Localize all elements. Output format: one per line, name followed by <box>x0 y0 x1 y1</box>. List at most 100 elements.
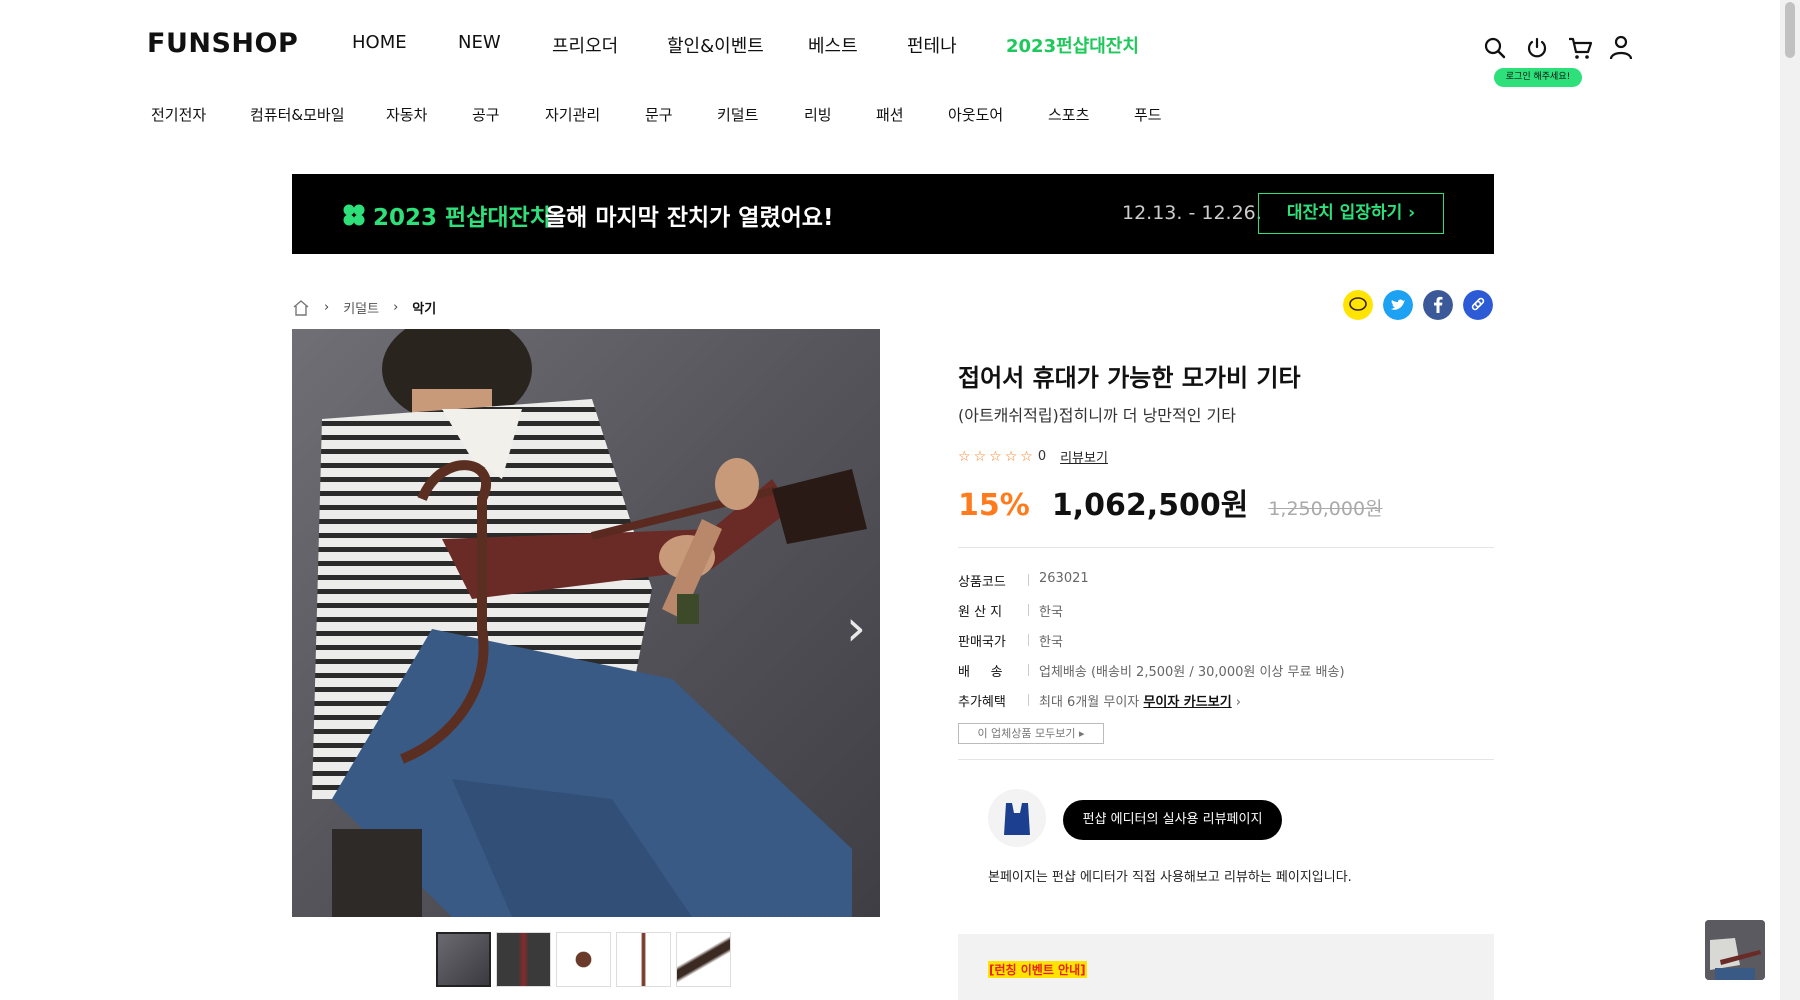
category-item[interactable]: 키덜트 <box>717 104 758 125</box>
caret-right-icon: ▸ <box>1079 727 1085 740</box>
spec-value: 한국 <box>1039 635 1063 650</box>
nav-best[interactable]: 베스트 <box>808 32 858 58</box>
divider <box>1028 694 1029 706</box>
nav-funtenna[interactable]: 펀테나 <box>907 32 957 58</box>
guitar-player-image <box>312 329 867 917</box>
spec-value: 최대 6개월 무이자 무이자 카드보기 › <box>1039 691 1241 710</box>
breadcrumb: › 키덜트 › 악기 <box>292 298 436 317</box>
category-item[interactable]: 전기전자 <box>151 104 206 125</box>
vendor-products-button[interactable]: 이 업체상품 모두보기 ▸ <box>958 723 1104 744</box>
card-info-link[interactable]: 무이자 카드보기 <box>1143 695 1231 710</box>
rating-count: 0 <box>1037 449 1047 464</box>
breadcrumb-item[interactable]: 키덜트 <box>343 298 379 317</box>
banner-date: 12.13. - 12.26. <box>1122 202 1262 224</box>
logo[interactable]: FUNSHOP <box>147 28 298 59</box>
star-icon: ☆ <box>958 448 971 465</box>
spec-row: 상품코드 263021 <box>958 571 1089 590</box>
kakao-share-icon[interactable] <box>1343 290 1373 320</box>
product-main-image[interactable]: › <box>292 329 880 917</box>
category-item[interactable]: 컴퓨터&모바일 <box>250 104 345 125</box>
editor-description: 본페이지는 펀샵 에디터가 직접 사용해보고 리뷰하는 페이지입니다. <box>988 870 1352 885</box>
festival-banner[interactable]: 2023 펀샵대잔치 올해 마지막 잔치가 열렸어요! 12.13. - 12.… <box>292 174 1494 254</box>
category-item[interactable]: 문구 <box>645 104 673 125</box>
nav-home[interactable]: HOME <box>352 32 407 53</box>
editor-mascot-icon <box>1004 803 1030 835</box>
divider <box>1028 574 1029 586</box>
user-icon[interactable] <box>1609 34 1633 60</box>
spec-row: 배 송 업체배송 (배송비 2,500원 / 30,000원 이상 무료 배송) <box>958 661 1345 680</box>
spec-key: 추가혜택 <box>958 695 1006 710</box>
search-icon[interactable] <box>1483 36 1507 60</box>
spec-value: 263021 <box>1039 571 1089 586</box>
recent-product-image <box>1705 920 1765 980</box>
banner-subtitle: 올해 마지막 잔치가 열렸어요! <box>545 205 834 231</box>
spec-key: 배 송 <box>958 665 1003 680</box>
category-item[interactable]: 패션 <box>876 104 904 125</box>
divider <box>958 547 1494 548</box>
nav-sale-event[interactable]: 할인&이벤트 <box>667 32 764 58</box>
facebook-share-icon[interactable] <box>1423 290 1453 320</box>
category-item[interactable]: 리빙 <box>804 104 832 125</box>
twitter-share-icon[interactable] <box>1383 290 1413 320</box>
recent-viewed-thumbnail[interactable] <box>1705 920 1765 980</box>
event-title: [런칭 이벤트 안내] <box>988 961 1087 978</box>
review-link[interactable]: 리뷰보기 <box>1060 447 1108 466</box>
category-item[interactable]: 자기관리 <box>545 104 600 125</box>
discount-rate: 15% <box>958 488 1030 523</box>
product-title: 접어서 휴대가 가능한 모가비 기타 <box>958 364 1301 392</box>
sale-price: 1,062,500원 <box>1051 488 1249 523</box>
spec-key: 판매국가 <box>958 635 1006 650</box>
nav-festival[interactable]: 2023펀샵대잔치 <box>1006 32 1139 58</box>
chevron-right-icon: › <box>1235 695 1241 710</box>
divider <box>958 759 1494 760</box>
vendor-button-label: 이 업체상품 모두보기 <box>977 727 1076 740</box>
banner-button-label: 대잔치 입장하기 <box>1286 203 1403 223</box>
editor-avatar <box>988 789 1046 847</box>
clover-icon <box>343 204 365 226</box>
category-item[interactable]: 공구 <box>472 104 500 125</box>
category-item[interactable]: 스포츠 <box>1048 104 1089 125</box>
product-thumbnail[interactable] <box>616 932 671 987</box>
link-share-icon[interactable] <box>1463 290 1493 320</box>
product-subtitle: (아트캐쉬적립)접히니까 더 낭만적인 기타 <box>958 406 1236 425</box>
product-thumbnail[interactable] <box>676 932 731 987</box>
divider <box>1028 604 1029 616</box>
spec-key: 원 산 지 <box>958 605 1003 620</box>
benefit-text: 최대 6개월 무이자 <box>1039 695 1140 710</box>
chevron-right-icon: › <box>393 300 399 315</box>
star-icon: ☆ <box>989 448 1002 465</box>
spec-key: 상품코드 <box>958 575 1006 590</box>
spec-row: 원 산 지 한국 <box>958 601 1063 620</box>
original-price: 1,250,000원 <box>1268 498 1383 520</box>
page-scrollbar[interactable] <box>1780 0 1800 1000</box>
nav-new[interactable]: NEW <box>458 32 501 53</box>
scrollbar-thumb[interactable] <box>1785 2 1795 58</box>
chevron-right-icon: › <box>1408 203 1416 223</box>
thumbnail-strip <box>436 932 731 987</box>
banner-title: 2023 펀샵대잔치 <box>373 205 551 231</box>
product-thumbnail[interactable] <box>556 932 611 987</box>
divider <box>1028 634 1029 646</box>
product-thumbnail[interactable] <box>436 932 491 987</box>
power-icon[interactable] <box>1525 36 1549 60</box>
category-item[interactable]: 아웃도어 <box>948 104 1003 125</box>
editor-review-button[interactable]: 펀샵 에디터의 실사용 리뷰페이지 <box>1063 800 1282 840</box>
star-icon: ☆ <box>1020 448 1033 465</box>
rating: ☆ ☆ ☆ ☆ ☆ 0 리뷰보기 <box>958 447 1108 467</box>
price-row: 15% 1,062,500원 1,250,000원 <box>958 480 1383 524</box>
home-icon[interactable] <box>292 299 310 316</box>
chevron-right-icon: › <box>324 300 330 315</box>
spec-value: 업체배송 (배송비 2,500원 / 30,000원 이상 무료 배송) <box>1039 665 1345 680</box>
product-thumbnail[interactable] <box>496 932 551 987</box>
chevron-right-icon[interactable]: › <box>846 599 866 657</box>
banner-enter-button[interactable]: 대잔치 입장하기 › <box>1258 193 1444 234</box>
spec-value: 한국 <box>1039 605 1063 620</box>
breadcrumb-current[interactable]: 악기 <box>412 298 436 317</box>
category-item[interactable]: 푸드 <box>1134 104 1162 125</box>
nav-preorder[interactable]: 프리오더 <box>552 32 618 58</box>
category-item[interactable]: 자동차 <box>386 104 427 125</box>
spec-row: 추가혜택 최대 6개월 무이자 무이자 카드보기 › <box>958 691 1241 710</box>
cart-icon[interactable] <box>1567 36 1593 60</box>
login-tooltip[interactable]: 로그인 해주세요! <box>1494 68 1582 87</box>
star-icon: ☆ <box>973 448 987 465</box>
